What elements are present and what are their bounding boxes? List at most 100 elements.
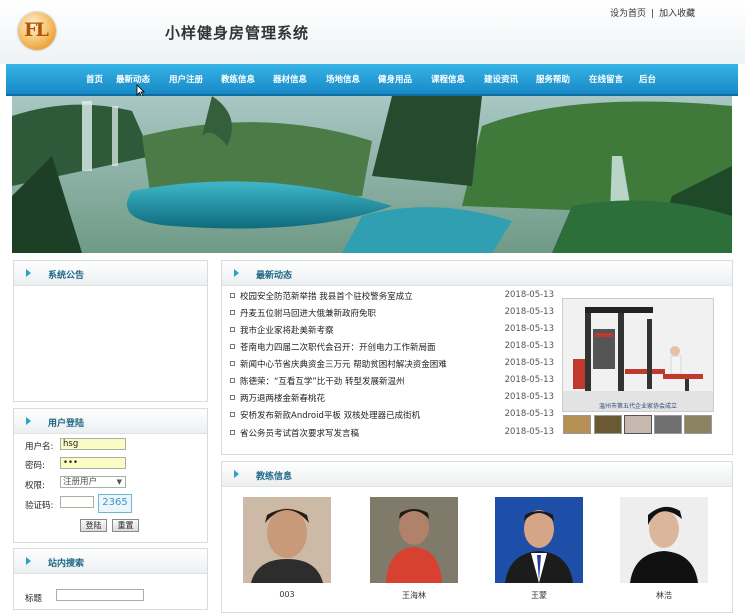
dropdown-arrow-icon: ▼	[116, 478, 122, 486]
coach-photo[interactable]	[495, 497, 583, 583]
site-logo[interactable]: FL	[18, 12, 56, 50]
top-link-separator: |	[651, 9, 655, 19]
captcha-label: 验证码:	[25, 501, 54, 511]
logo-text: FL	[24, 19, 49, 41]
square-bullet-icon	[230, 412, 235, 417]
square-bullet-icon	[230, 395, 235, 400]
add-favorite-link[interactable]: 加入收藏	[659, 9, 695, 19]
coach-photo[interactable]	[370, 497, 458, 583]
role-select-value: 注册用户	[63, 477, 98, 487]
news-item-title[interactable]: 我市企业家将赴美新考察	[240, 324, 334, 336]
main-nav: 首页 最新动态 用户注册 教练信息 器材信息 场地信息 健身用品 课程信息 建设…	[6, 64, 738, 96]
password-input[interactable]: •••	[60, 457, 126, 469]
news-item-date: 2018-05-13	[504, 358, 554, 368]
news-item-date: 2018-05-13	[504, 392, 554, 402]
coach-photo[interactable]	[243, 497, 331, 583]
role-select[interactable]: 注册用户 ▼	[60, 476, 126, 488]
news-item-title[interactable]: 陈德荣：“互看互学”比干劲 转型发展新温州	[240, 375, 405, 387]
news-item-title[interactable]: 校园安全防范新举措 我县首个驻校警务室成立	[240, 290, 413, 302]
news-thumbnail[interactable]	[594, 415, 622, 434]
search-title: 站内搜索	[48, 559, 85, 569]
site-header: FL 小样健身房管理系统 设为首页 | 加入收藏	[0, 0, 745, 64]
nav-item-equipment[interactable]: 器材信息	[273, 73, 307, 85]
nav-item-supplies[interactable]: 健身用品	[378, 73, 412, 85]
search-input[interactable]	[56, 589, 144, 601]
square-bullet-icon	[230, 378, 235, 383]
news-item[interactable]: 苍南电力四届二次职代会召开：开创电力工作新局面 2018-05-13	[230, 341, 554, 353]
news-item-title[interactable]: 安桥发布新款Android平板 双核处理器已成街机	[240, 409, 420, 421]
news-item-date: 2018-05-13	[504, 427, 554, 437]
square-bullet-icon	[230, 430, 235, 435]
news-image-caption: 温州市第五代企业家协会成立	[598, 403, 677, 410]
arrow-bullet-icon	[26, 417, 31, 425]
set-homepage-link[interactable]: 设为首页	[610, 9, 646, 19]
search-panel-header: 站内搜索	[14, 549, 207, 574]
captcha-input[interactable]	[60, 496, 94, 508]
coach-name[interactable]: 林浩	[620, 590, 708, 601]
coaches-panel-header: 教练信息	[222, 462, 732, 487]
notice-panel-header: 系统公告	[14, 261, 207, 286]
site-title: 小样健身房管理系统	[165, 24, 310, 42]
news-panel-header: 最新动态	[222, 261, 732, 286]
news-item-title[interactable]: 新闻中心节省庆典资金三万元 帮助贫困村解决资金困难	[240, 358, 447, 370]
news-item[interactable]: 两万退两楼金新春桃花 2018-05-13	[230, 392, 554, 404]
news-item-date: 2018-05-13	[504, 324, 554, 334]
news-featured-image[interactable]: 温州市第五代企业家协会成立	[562, 298, 714, 412]
news-item-title[interactable]: 丹麦五位驸马回进大俄兼新政府免职	[240, 307, 376, 319]
news-item-date: 2018-05-13	[504, 341, 554, 351]
news-title: 最新动态	[256, 271, 293, 281]
news-item-title[interactable]: 两万退两楼金新春桃花	[240, 392, 325, 404]
coach-photo[interactable]	[620, 497, 708, 583]
nav-item-message[interactable]: 在线留言	[589, 73, 623, 85]
person-portrait-icon	[370, 497, 458, 583]
coach-name[interactable]: 王海林	[370, 590, 458, 601]
coach-name[interactable]: 003	[243, 590, 331, 599]
news-item[interactable]: 丹麦五位驸马回进大俄兼新政府免职 2018-05-13	[230, 307, 554, 319]
news-item-date: 2018-05-13	[504, 375, 554, 385]
news-item[interactable]: 安桥发布新款Android平板 双核处理器已成街机 2018-05-13	[230, 409, 554, 421]
notice-title: 系统公告	[48, 271, 85, 281]
news-item[interactable]: 陈德荣：“互看互学”比干劲 转型发展新温州 2018-05-13	[230, 375, 554, 387]
username-input[interactable]: hsg	[60, 438, 126, 450]
nav-item-admin[interactable]: 后台	[639, 73, 656, 85]
nav-item-home[interactable]: 首页	[86, 73, 103, 85]
notice-panel: 系统公告	[13, 260, 208, 402]
coach-name[interactable]: 王蒙	[495, 590, 583, 601]
news-item-date: 2018-05-13	[504, 307, 554, 317]
news-thumbnail[interactable]	[624, 415, 652, 434]
reset-button[interactable]: 重置	[112, 519, 139, 532]
nav-item-info[interactable]: 建设资讯	[484, 73, 518, 85]
news-item-title[interactable]: 苍南电力四届二次职代会召开：开创电力工作新局面	[240, 341, 436, 353]
news-thumbnail[interactable]	[563, 415, 591, 434]
news-item-title[interactable]: 省公务员考试首次要求写发言稿	[240, 427, 359, 439]
landscape-illustration	[12, 96, 732, 253]
news-thumbnail[interactable]	[654, 415, 682, 434]
username-label: 用户名:	[25, 442, 54, 452]
gym-machine-illustration	[563, 299, 713, 411]
arrow-bullet-icon	[234, 269, 239, 277]
person-portrait-icon	[495, 497, 583, 583]
nav-item-courses[interactable]: 课程信息	[431, 73, 465, 85]
login-panel-header: 用户登陆	[14, 409, 207, 434]
nav-item-coaches[interactable]: 教练信息	[221, 73, 255, 85]
arrow-bullet-icon	[26, 557, 31, 565]
nav-item-register[interactable]: 用户注册	[169, 73, 203, 85]
news-thumbnail[interactable]	[684, 415, 712, 434]
arrow-bullet-icon	[26, 269, 31, 277]
square-bullet-icon	[230, 310, 235, 315]
news-item[interactable]: 新闻中心节省庆典资金三万元 帮助贫困村解决资金困难 2018-05-13	[230, 358, 554, 370]
captcha-image[interactable]: 2365	[98, 494, 132, 513]
banner-image	[12, 96, 732, 253]
news-item[interactable]: 省公务员考试首次要求写发言稿 2018-05-13	[230, 427, 554, 439]
person-portrait-icon	[243, 497, 331, 583]
password-label: 密码:	[25, 461, 45, 471]
square-bullet-icon	[230, 344, 235, 349]
role-label: 权限:	[25, 481, 45, 491]
news-item[interactable]: 我市企业家将赴美新考察 2018-05-13	[230, 324, 554, 336]
news-item[interactable]: 校园安全防范新举措 我县首个驻校警务室成立 2018-05-13	[230, 290, 554, 302]
square-bullet-icon	[230, 293, 235, 298]
nav-item-help[interactable]: 服务帮助	[536, 73, 570, 85]
nav-item-venues[interactable]: 场地信息	[326, 73, 360, 85]
coaches-title: 教练信息	[256, 472, 293, 482]
login-button[interactable]: 登陆	[80, 519, 107, 532]
